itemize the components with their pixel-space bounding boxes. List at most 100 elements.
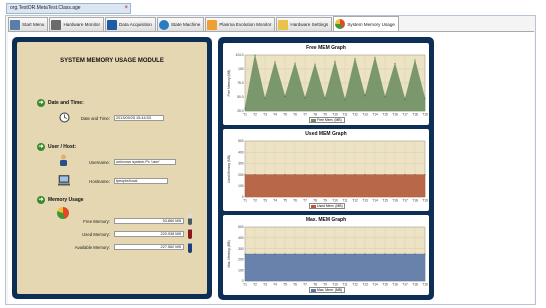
data-point <box>424 253 426 255</box>
x-tick-label: T11 <box>342 113 347 117</box>
username-label: Username: <box>88 160 110 165</box>
data-point <box>264 253 266 255</box>
data-point <box>364 253 366 255</box>
document-tab-label: org.TestOR.MetaTest.Class.age <box>10 5 81 11</box>
tab-label: Hardware Monitor <box>63 22 100 27</box>
tab-state-machine[interactable]: State Machine <box>156 17 205 31</box>
max-mem-chart: 5004003002001000T1 T2 T3 T4 T5 T6 T7 T8 T9 T10 T11… <box>227 225 428 291</box>
data-point <box>304 97 306 99</box>
date-section-header: ➜ Date and Time: <box>37 99 84 107</box>
data-point <box>354 253 356 255</box>
data-point <box>334 253 336 255</box>
state-machine-icon <box>158 19 169 30</box>
data-point <box>304 253 306 255</box>
y-tick-label: 500 <box>238 139 244 143</box>
used-mem-graph-panel: Used MEM Graph 500 400 300 200 100 0 T1 T2 T3 T4 T… <box>223 129 429 211</box>
y-tick-label: 300 <box>238 247 244 251</box>
y-tick-label: 500 <box>238 225 244 229</box>
data-point <box>394 63 396 64</box>
data-point <box>284 95 286 97</box>
x-tick-label: T18 <box>412 283 418 287</box>
used-memory-field[interactable]: 220.938 MB <box>114 231 184 237</box>
series-area <box>244 174 426 198</box>
data-point <box>354 57 356 59</box>
data-point <box>324 174 326 176</box>
tab-data-acquisition[interactable]: Data Acquisition <box>104 17 156 31</box>
memory-pie-icon <box>335 19 346 29</box>
x-tick-label: T14 <box>372 113 378 117</box>
data-point <box>384 96 386 98</box>
available-memory-indicator <box>188 242 192 253</box>
tab-start-menu[interactable]: Start Menu <box>8 17 49 31</box>
x-tick-label: T6 <box>293 283 297 287</box>
tab-system-memory-usage[interactable]: System Memory Usage <box>333 16 399 31</box>
legend-label: Free Mem. (MB) <box>317 118 342 122</box>
data-point <box>284 253 286 255</box>
document-tab[interactable]: org.TestOR.MetaTest.Class.age × <box>6 3 131 14</box>
arrow-icon: ➜ <box>37 196 45 204</box>
free-memory-field[interactable]: 53.860 MB <box>114 218 184 224</box>
free-mem-chart: 124.010075.050.025.0T1 T2 T3 T4 T5 T6 T7 T8 T9 T1… <box>227 53 428 121</box>
date-field[interactable]: 2013/09/25 15:44:53 <box>114 115 164 121</box>
data-point <box>244 107 246 109</box>
memory-section-header: ➜ Memory Usage <box>37 196 84 204</box>
x-tick-label: T17 <box>402 283 408 287</box>
close-icon[interactable]: × <box>124 4 128 13</box>
data-point <box>374 253 376 255</box>
data-point <box>424 174 426 176</box>
x-tick-label: T5 <box>283 283 287 287</box>
tab-label: System Memory Usage <box>347 21 395 27</box>
y-tick-label: 200 <box>238 258 244 262</box>
tab-bar: Start Menu Hardware Monitor Data Acquisi… <box>8 16 399 31</box>
legend-swatch <box>311 289 316 292</box>
memory-module-panel: SYSTEM MEMORY USAGE MODULE ➜ Date and Tim… <box>12 37 212 299</box>
x-tick-label: T1 <box>243 113 247 117</box>
x-tick-label: T2 <box>253 283 257 287</box>
tab-hardware-settings[interactable]: Hardware Settings <box>276 17 333 31</box>
free-mem-graph-panel: Free MEM Graph 124.0 100 75.0 50.0 25.0 T1 T2 T… <box>223 43 429 125</box>
x-tick-label: T7 <box>303 283 307 287</box>
x-tick-label: T15 <box>382 199 388 203</box>
free-memory-label: Free Memory: <box>83 219 110 224</box>
data-point <box>364 174 366 176</box>
plasma-monitor-icon <box>207 19 218 30</box>
data-point <box>254 253 256 255</box>
data-point <box>294 174 296 176</box>
username-field[interactable]: unknown system.Pc 'user' <box>114 159 176 165</box>
data-point <box>344 253 346 255</box>
data-point <box>274 61 276 63</box>
module-title: SYSTEM MEMORY USAGE MODULE <box>60 58 164 64</box>
tab-label: Start Menu <box>22 22 45 27</box>
data-point <box>394 174 396 176</box>
x-tick-label: T19 <box>422 113 428 117</box>
x-tick-label: T8 <box>313 199 317 203</box>
tab-plasma-evolution-monitor[interactable]: Plasma Evolution Monitor <box>205 17 276 31</box>
x-tick-label: T4 <box>273 283 277 287</box>
hostname-field[interactable]: tpeople/local <box>114 178 168 184</box>
x-tick-label: T4 <box>273 199 277 203</box>
hardware-settings-icon <box>278 19 289 30</box>
y-tick-label: 75.0 <box>237 81 243 85</box>
data-point <box>334 60 336 62</box>
data-point <box>314 253 316 255</box>
x-tick-label: T9 <box>323 283 327 287</box>
data-point <box>354 174 356 176</box>
x-tick-label: T9 <box>323 199 327 203</box>
used-memory-indicator <box>188 228 192 239</box>
x-tick-label: T6 <box>293 199 297 203</box>
y-tick-label: 124.0 <box>236 53 244 57</box>
available-memory-field[interactable]: 227.562 MB <box>114 244 184 250</box>
data-point <box>284 174 286 176</box>
used-mem-chart: 5004003002001000T1 T2 T3 T4 T5 T6 T7 T8 T9 T10 T11… <box>227 139 428 207</box>
available-memory-label: Available Memory: <box>74 245 110 250</box>
y-tick-label: 200 <box>238 173 244 177</box>
data-point <box>304 174 306 176</box>
x-tick-label: T7 <box>303 113 307 117</box>
legend-swatch <box>311 205 316 208</box>
data-point <box>414 59 416 61</box>
user-section-header: ➜ User / Host: <box>37 143 77 151</box>
x-tick-label: T8 <box>313 113 317 117</box>
tab-hardware-monitor[interactable]: Hardware Monitor <box>49 17 104 31</box>
y-tick-label: 400 <box>238 150 244 154</box>
x-tick-label: T7 <box>303 199 307 203</box>
